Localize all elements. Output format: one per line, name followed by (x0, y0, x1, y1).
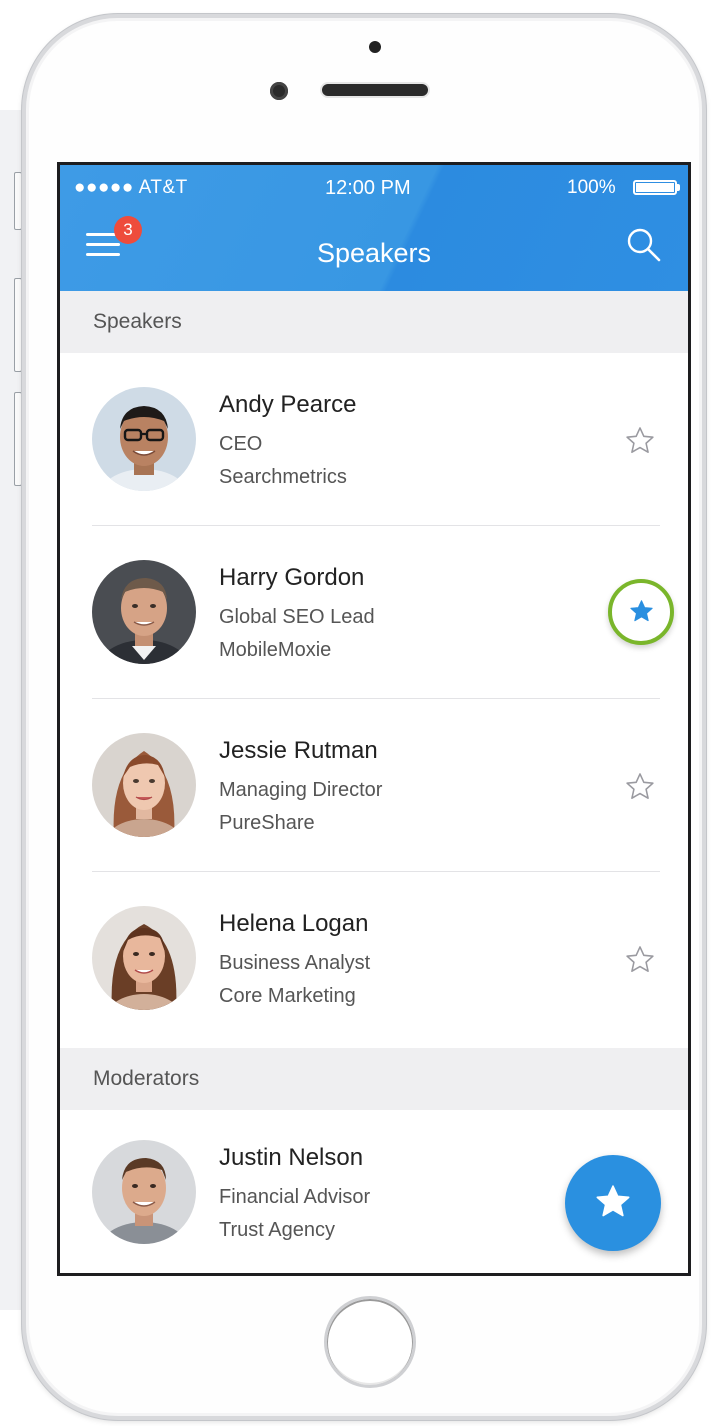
status-time: 12:00 PM (325, 177, 411, 199)
moderator-name: Justin Nelson (219, 1144, 364, 1171)
front-camera (369, 41, 381, 53)
moderator-title: Financial Advisor (219, 1186, 371, 1208)
favorites-fab-button[interactable] (565, 1155, 661, 1251)
star-outline-icon[interactable] (623, 943, 657, 977)
section-header-moderators: Moderators (60, 1048, 688, 1110)
volume-down-button (14, 392, 22, 486)
speaker-row-andy-pearce[interactable]: Andy Pearce CEO Searchmetrics (60, 353, 688, 525)
speaker-row-harry-gordon[interactable]: Harry Gordon Global SEO Lead MobileMoxie (60, 526, 688, 698)
favorite-star-button-active[interactable] (608, 579, 674, 645)
star-icon (596, 1185, 630, 1217)
speaker-company: MobileMoxie (219, 639, 332, 661)
search-icon[interactable] (626, 227, 662, 263)
speaker-name: Andy Pearce (219, 391, 357, 418)
speaker-title: Global SEO Lead (219, 606, 375, 628)
speaker-title: Managing Director (219, 779, 383, 801)
avatar (92, 387, 196, 491)
avatar (92, 1140, 196, 1244)
speaker-row-jessie-rutman[interactable]: Jessie Rutman Managing Director PureShar… (60, 699, 688, 871)
speaker-title: Business Analyst (219, 952, 371, 974)
moderator-company: Trust Agency (219, 1219, 335, 1241)
speaker-company: Searchmetrics (219, 466, 347, 488)
star-outline-icon[interactable] (623, 770, 657, 804)
app-bar: ●●●●● AT&T 12:00 PM 100% 3 Speakers (60, 165, 688, 291)
star-outline-icon[interactable] (623, 424, 657, 458)
speaker-row-helena-logan[interactable]: Helena Logan Business Analyst Core Marke… (60, 872, 688, 1044)
speaker-name: Harry Gordon (219, 564, 365, 591)
avatar (92, 733, 196, 837)
speaker-name: Jessie Rutman (219, 737, 378, 764)
avatar (92, 906, 196, 1010)
status-battery-percent: 100% (567, 177, 616, 198)
earpiece-speaker (322, 84, 428, 96)
speaker-title: CEO (219, 433, 263, 455)
page-title: Speakers (316, 238, 432, 268)
speaker-company: PureShare (219, 812, 315, 834)
battery-icon (633, 180, 677, 195)
battery-cap (677, 184, 680, 191)
volume-up-button (14, 278, 22, 372)
mute-switch (14, 172, 22, 230)
speaker-company: Core Marketing (219, 985, 356, 1007)
speaker-name: Helena Logan (219, 910, 369, 937)
status-carrier: ●●●●● AT&T (74, 177, 188, 198)
app-screen: ●●●●● AT&T 12:00 PM 100% 3 Speakers Spea… (57, 162, 691, 1276)
star-filled-icon (630, 600, 653, 622)
section-header-speakers: Speakers (60, 291, 688, 353)
avatar (92, 560, 196, 664)
proximity-sensor (270, 82, 288, 100)
home-button[interactable] (324, 1296, 416, 1388)
